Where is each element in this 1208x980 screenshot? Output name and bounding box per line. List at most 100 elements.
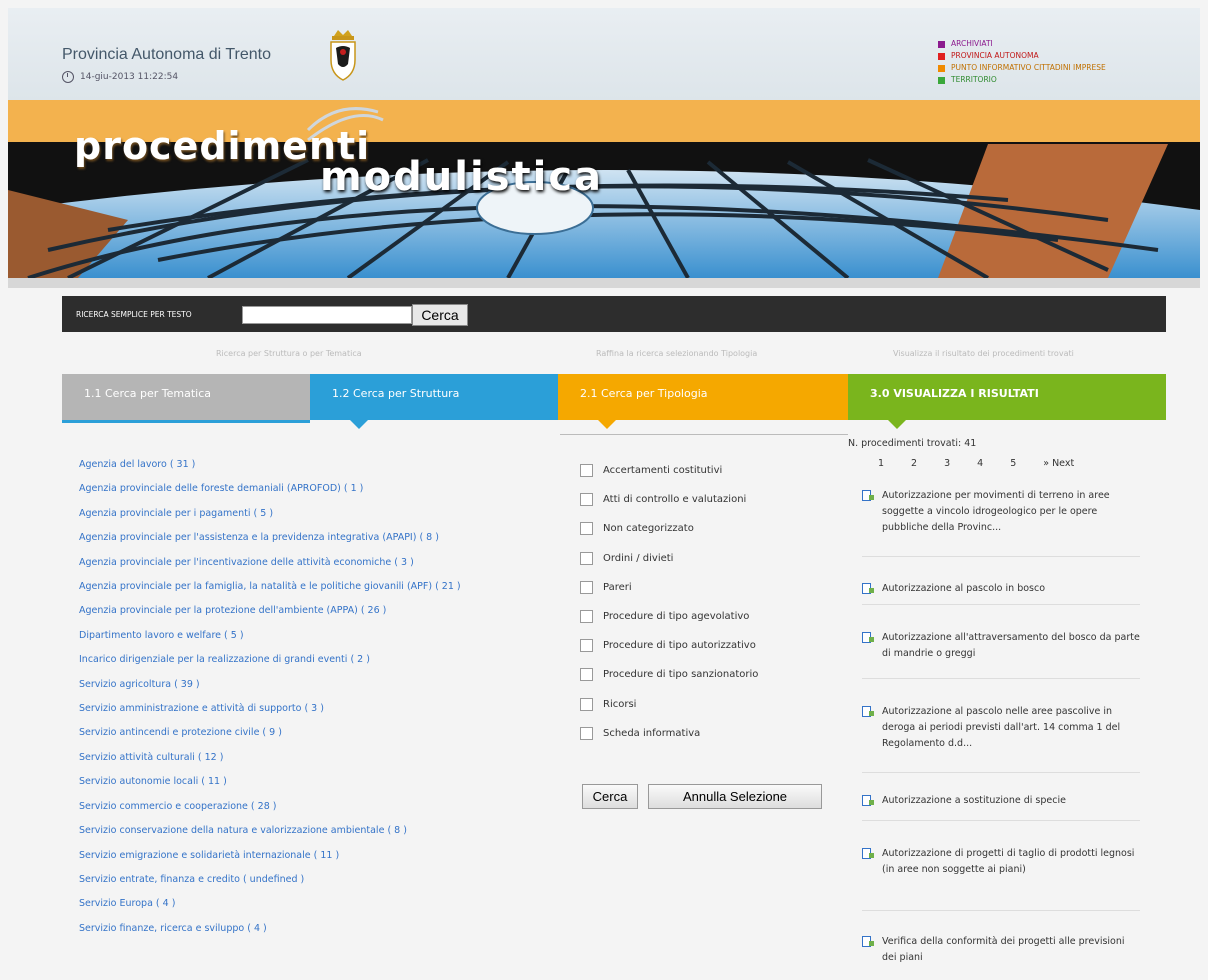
divider [862,772,1140,773]
banner-title-modulistica: modulistica [320,154,604,200]
active-tab-arrow [888,420,906,429]
divider [862,820,1140,821]
document-icon [862,848,874,859]
list-item[interactable]: Servizio finanze, ricerca e sviluppo ( 4… [79,917,461,941]
divider [862,910,1140,911]
checkbox[interactable] [580,726,593,740]
list-item[interactable]: Servizio attività culturali ( 12 ) [79,746,461,770]
checkbox[interactable] [580,668,593,682]
list-item[interactable]: Agenzia provinciale per l'incentivazione… [79,551,461,575]
list-item[interactable]: Dipartimento lavoro e welfare ( 5 ) [79,624,461,648]
result-item[interactable]: Autorizzazione all'attraversamento del b… [862,630,1142,662]
type-option[interactable]: Scheda informativa [580,719,758,748]
tab-cerca-per-struttura[interactable]: 1.2 Cerca per Struttura [310,374,558,429]
list-item[interactable]: Incarico dirigenziale per la realizzazio… [79,648,461,672]
page-link[interactable]: 3 [944,458,950,469]
tab-visualizza-risultati[interactable]: 3.0 VISUALIZZA I RISULTATI [848,374,1166,429]
type-option[interactable]: Accertamenti costitutivi [580,456,758,485]
type-option[interactable]: Non categorizzato [580,514,758,543]
type-option[interactable]: Procedure di tipo agevolativo [580,602,758,631]
list-item[interactable]: Servizio entrate, finanza e credito ( un… [79,868,461,892]
result-item[interactable]: Verifica della conformità dei progetti a… [862,934,1142,966]
search-button[interactable]: Cerca [412,304,468,326]
divider [862,556,1140,557]
type-filter-list: Accertamenti costitutivi Atti di control… [580,456,758,748]
result-item[interactable]: Autorizzazione al pascolo in bosco [862,581,1142,597]
org-name: Provincia Autonoma di Trento [62,46,272,63]
type-option[interactable]: Ordini / divieti [580,544,758,573]
list-item[interactable]: Servizio autonomie locali ( 11 ) [79,770,461,794]
type-option[interactable]: Pareri [580,573,758,602]
hint-step-1: Ricerca per Struttura o per Tematica [216,349,362,358]
checkbox[interactable] [580,639,593,653]
list-item[interactable]: Servizio emigrazione e solidarietà inter… [79,844,461,868]
clock-icon [62,71,74,83]
result-item[interactable]: Autorizzazione a sostituzione di specie [862,793,1142,809]
reset-selection-button[interactable]: Annulla Selezione [648,784,822,809]
square-icon [938,40,945,48]
datetime-text: 14-giu-2013 11:22:54 [80,72,179,82]
banner: procedimenti modulistica [8,100,1200,278]
top-links: ARCHIVIATI PROVINCIA AUTONOMA PUNTO INFO… [938,38,1106,86]
hint-step-2: Raffina la ricerca selezionando Tipologi… [596,349,758,358]
checkbox[interactable] [580,697,593,711]
list-item[interactable]: Agenzia del lavoro ( 31 ) [79,453,461,477]
result-item[interactable]: Autorizzazione di progetti di taglio di … [862,846,1142,878]
divider [8,278,1200,288]
simple-search-bar: RICERCA SEMPLICE PER TESTO Cerca [62,296,1166,332]
checkbox[interactable] [580,493,593,507]
structure-list: Agenzia del lavoro ( 31 ) Agenzia provin… [79,453,461,941]
divider [560,434,848,435]
document-icon [862,632,874,643]
list-item[interactable]: Servizio antincendi e protezione civile … [79,721,461,745]
province-crest-icon [330,30,356,81]
list-item[interactable]: Servizio amministrazione e attività di s… [79,697,461,721]
tab-cerca-per-tematica[interactable]: 1.1 Cerca per Tematica [62,374,310,420]
list-item[interactable]: Agenzia provinciale per i pagamenti ( 5 … [79,502,461,526]
list-item[interactable]: Servizio Europa ( 4 ) [79,892,461,916]
filter-search-button[interactable]: Cerca [582,784,638,809]
list-item[interactable]: Agenzia provinciale per la famiglia, la … [79,575,461,599]
type-option[interactable]: Procedure di tipo autorizzativo [580,631,758,660]
page-link[interactable]: 5 [1010,458,1016,469]
link-provincia[interactable]: PROVINCIA AUTONOMA [938,50,1106,62]
list-item[interactable]: Agenzia provinciale delle foreste demani… [79,477,461,501]
page-link[interactable]: 2 [911,458,917,469]
type-option[interactable]: Procedure di tipo sanzionatorio [580,660,758,689]
search-input[interactable] [242,306,412,324]
list-item[interactable]: Agenzia provinciale per l'assistenza e l… [79,526,461,550]
link-territorio[interactable]: TERRITORIO [938,74,1106,86]
result-item[interactable]: Autorizzazione al pascolo nelle aree pas… [862,704,1142,752]
document-icon [862,706,874,717]
list-item[interactable]: Servizio commercio e cooperazione ( 28 ) [79,795,461,819]
list-item[interactable]: Servizio agricoltura ( 39 ) [79,673,461,697]
datetime: 14-giu-2013 11:22:54 [62,71,178,83]
page-link[interactable]: 4 [977,458,983,469]
list-item[interactable]: Agenzia provinciale per la protezione de… [79,599,461,623]
checkbox[interactable] [580,610,593,624]
type-option[interactable]: Ricorsi [580,690,758,719]
link-punto-informativo[interactable]: PUNTO INFORMATIVO CITTADINI IMPRESE [938,62,1106,74]
hint-step-3: Visualizza il risultato dei procedimenti… [893,349,1074,358]
list-item[interactable]: Servizio conservazione della natura e va… [79,819,461,843]
square-icon [938,64,945,72]
checkbox[interactable] [580,551,593,565]
header: Provincia Autonoma di Trento 14-giu-2013… [8,8,1200,100]
document-icon [862,795,874,806]
divider [862,678,1140,679]
active-tab-arrow [350,420,368,429]
checkbox[interactable] [580,580,593,594]
link-archiviati[interactable]: ARCHIVIATI [938,38,1106,50]
type-option[interactable]: Atti di controllo e valutazioni [580,485,758,514]
checkbox[interactable] [580,464,593,478]
checkbox[interactable] [580,522,593,536]
result-item[interactable]: Autorizzazione per movimenti di terreno … [862,488,1142,536]
search-label: RICERCA SEMPLICE PER TESTO [76,310,192,319]
active-tab-arrow [598,420,616,429]
next-page-link[interactable]: » Next [1043,458,1074,469]
tab-cerca-per-tipologia[interactable]: 2.1 Cerca per Tipologia [558,374,848,429]
pagination: 1 2 3 4 5 » Next [878,458,1074,469]
page-link[interactable]: 1 [878,458,884,469]
divider [862,604,1140,605]
document-icon [862,490,874,501]
